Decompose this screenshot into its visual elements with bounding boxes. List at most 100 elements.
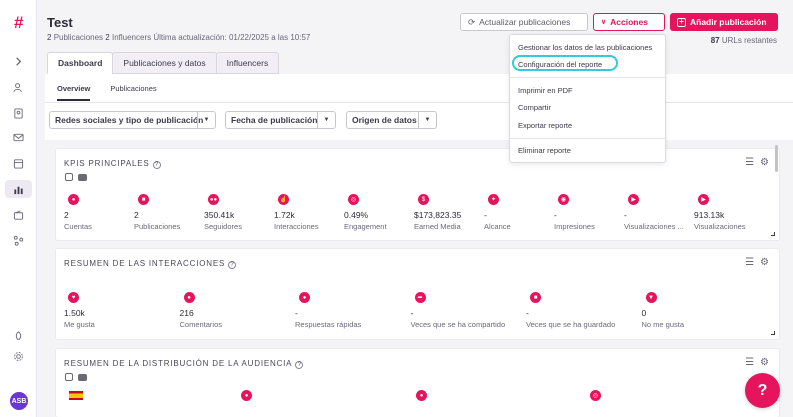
metric-label: Alcance <box>484 222 511 231</box>
metric-label: Earned Media <box>414 222 461 231</box>
add-publication-button[interactable]: + Añadir publicación <box>670 13 778 31</box>
instagram-icon <box>65 173 73 181</box>
comment-icon: ● <box>183 292 195 303</box>
avatar[interactable]: ASB <box>9 391 29 411</box>
interactions-title: RESUMEN DE LAS INTERACCIONES <box>64 259 226 268</box>
share-icon: ➦ <box>414 292 426 303</box>
kpi-metric: ✦ - Alcance <box>484 194 554 231</box>
sliders-icon[interactable]: ☰ <box>745 357 754 368</box>
menu-item-print-pdf[interactable]: Imprimir en PDF <box>518 86 573 95</box>
actions-label: Acciones <box>610 17 648 27</box>
tab-publications-data[interactable]: Publicaciones y datos <box>112 52 217 74</box>
kpi-metric: ● 2 Cuentas <box>64 194 134 231</box>
update-publications-button[interactable]: ⟳ Actualizar publicaciones <box>460 13 588 31</box>
help-chat-button[interactable]: ? <box>745 373 780 408</box>
instagram-icon <box>65 373 73 381</box>
caret-down-icon: ▼ <box>197 112 215 128</box>
calendar-icon[interactable] <box>9 154 27 172</box>
metric-value: 350.41k <box>204 210 235 220</box>
wallet-icon[interactable] <box>9 206 27 224</box>
sliders-icon[interactable]: ☰ <box>745 157 754 168</box>
card-tools: ☰ ⚙ <box>745 257 769 268</box>
kpi-metric: ▶ - Visualizaciones ... <box>624 194 694 231</box>
help-question-icon[interactable]: ? <box>295 361 304 369</box>
card-tools: ☰ ⚙ <box>745 157 769 168</box>
filter-publication-date[interactable]: Fecha de publicación ▼ <box>225 111 336 129</box>
resize-handle[interactable] <box>771 331 775 335</box>
metric-value: $173,823.35 <box>414 210 462 220</box>
remaining-urls: 87 URLs restantes <box>711 36 777 45</box>
followers-icon: ●● <box>208 194 219 205</box>
metric-value: - <box>554 210 557 220</box>
refresh-icon: ⟳ <box>468 16 476 27</box>
menu-divider <box>510 138 665 139</box>
rocket-icon[interactable] <box>9 327 27 345</box>
metric-value: 1.50k <box>64 308 85 318</box>
influencers-label: Influencers <box>111 33 152 42</box>
dislike-icon: ▼ <box>645 292 657 303</box>
menu-item-manage-data[interactable]: Gestionar los datos de las publicaciones <box>518 43 652 52</box>
views-icon: ▶ <box>698 194 709 205</box>
expand-chevron-icon[interactable] <box>9 52 27 70</box>
menu-item-share[interactable]: Compartir <box>518 103 551 112</box>
metric-value: 2 <box>134 210 139 220</box>
menu-item-delete[interactable]: Eliminar reporte <box>518 146 571 155</box>
metric-value: - <box>484 210 487 220</box>
metric-label: Seguidores <box>204 222 242 231</box>
filter-data-origin[interactable]: Origen de datos ▼ <box>346 111 437 129</box>
reports-chart-icon[interactable] <box>9 180 27 198</box>
metric-value: - <box>410 308 414 318</box>
reach-icon: ✦ <box>488 194 499 205</box>
engagement-icon: ◎ <box>348 194 359 205</box>
interactions-card: RESUMEN DE LAS INTERACCIONES? ☰ ⚙ ♥ 1.50k M… <box>55 248 780 340</box>
settings-icon[interactable]: ⚙ <box>760 257 769 268</box>
card-title: KPIS PRINCIPALES? <box>64 159 161 169</box>
main-tabs: Dashboard Publicaciones y datos Influenc… <box>47 52 280 74</box>
caret-down-icon: ▼ <box>317 112 335 128</box>
influencers-count: 2 <box>105 33 110 42</box>
network-icon[interactable] <box>9 231 27 249</box>
metric-label: Visualizaciones ... <box>624 222 684 231</box>
logo-icon[interactable]: # <box>10 14 27 31</box>
contacts-icon[interactable] <box>9 104 27 122</box>
sliders-icon[interactable]: ☰ <box>745 257 754 268</box>
scrollbar[interactable] <box>775 145 778 172</box>
resize-handle[interactable] <box>771 232 775 236</box>
network-icons <box>65 373 87 381</box>
kpi-metric: ▶ 913.13k Visualizaciones <box>694 194 764 231</box>
plus-square-icon: + <box>677 17 686 27</box>
tab-dashboard[interactable]: Dashboard <box>47 52 114 74</box>
subtab-overview[interactable]: Overview <box>57 84 91 101</box>
help-question-icon[interactable]: ? <box>152 161 161 169</box>
caret-down-icon: ▼ <box>418 112 436 128</box>
card-tools: ☰ ⚙ <box>745 357 769 368</box>
update-publications-label: Actualizar publicaciones <box>479 17 571 27</box>
subtab-publications[interactable]: Publicaciones <box>110 84 156 101</box>
filter-network-type[interactable]: Redes sociales y tipo de publicación ▼ <box>49 111 216 129</box>
views-partial-icon: ▶ <box>628 194 639 205</box>
metric-label: Comentarios <box>179 320 223 329</box>
subtab-divider <box>45 102 793 103</box>
interaction-metric: ● 216 Comentarios <box>180 292 290 329</box>
settings-gear-icon[interactable] <box>9 347 27 365</box>
metric-label: Me gusta <box>64 320 95 329</box>
metric-label: Interacciones <box>274 222 319 231</box>
tab-influencers[interactable]: Influencers <box>215 52 280 74</box>
metric-value: - <box>526 308 529 318</box>
report-summary: 2 Publicaciones 2 Influencers Última act… <box>47 33 310 42</box>
settings-icon[interactable]: ⚙ <box>760 357 769 368</box>
help-question-icon[interactable]: ? <box>228 261 237 269</box>
users-icon[interactable] <box>9 78 27 96</box>
actions-button[interactable]: ∨ Acciones <box>593 13 665 31</box>
mail-icon[interactable] <box>9 128 27 146</box>
metric-value: 0 <box>641 308 647 318</box>
menu-item-report-config[interactable]: Configuración del reporte <box>518 60 602 69</box>
chevron-down-icon: ∨ <box>601 19 607 26</box>
page-title: Test <box>47 15 73 30</box>
menu-item-export[interactable]: Exportar reporte <box>518 121 572 130</box>
audience-title: RESUMEN DE LA DISTRIBUCIÓN DE LA AUDIENC… <box>64 359 293 368</box>
interaction-metric: ♥ 1.50k Me gusta <box>64 292 174 329</box>
settings-icon[interactable]: ⚙ <box>760 157 769 168</box>
metric-label: Respuestas rápidas <box>295 320 362 329</box>
add-publication-label: Añadir publicación <box>690 17 767 27</box>
